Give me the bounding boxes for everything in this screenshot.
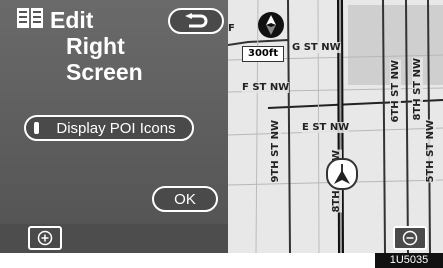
street-label-6th-st: 6TH ST NW bbox=[390, 60, 401, 123]
street-label-partial: F bbox=[228, 23, 235, 34]
zoom-out-icon bbox=[402, 230, 418, 246]
edit-panel: Edit Right Screen Display POI Icons OK bbox=[0, 0, 228, 224]
street-label-5th-st: 5TH ST NW bbox=[425, 120, 436, 183]
navigation-screen: Edit Right Screen Display POI Icons OK 3… bbox=[0, 0, 443, 253]
map-scale-label: 300ft bbox=[247, 48, 278, 59]
street-label-8th-st-upper: 8TH ST NW bbox=[412, 58, 423, 121]
display-poi-icons-button[interactable]: Display POI Icons bbox=[24, 115, 194, 141]
split-screen-icon bbox=[17, 8, 43, 28]
compass[interactable] bbox=[258, 12, 284, 38]
display-poi-icons-label: Display POI Icons bbox=[56, 119, 176, 137]
zoom-in-button[interactable] bbox=[28, 226, 62, 250]
vehicle-position bbox=[326, 158, 358, 190]
poi-indicator-icon bbox=[34, 122, 39, 134]
north-up-compass-icon bbox=[266, 15, 276, 35]
street-label-9th-st: 9TH ST NW bbox=[270, 120, 281, 183]
ok-button[interactable]: OK bbox=[152, 186, 218, 212]
ok-label: OK bbox=[174, 190, 196, 208]
title-line-3: Screen bbox=[66, 59, 143, 85]
zoom-in-icon bbox=[37, 230, 53, 246]
image-code: 1U5035 bbox=[375, 253, 443, 268]
street-label-g-st: G ST NW bbox=[292, 42, 341, 53]
u-turn-back-icon bbox=[185, 13, 208, 28]
map-scale: 300ft bbox=[242, 46, 284, 62]
street-label-e-st: E ST NW bbox=[302, 122, 350, 133]
vehicle-position-icon bbox=[334, 164, 350, 184]
title-line-2: Right bbox=[66, 33, 125, 59]
zoom-out-button[interactable] bbox=[393, 226, 427, 250]
bottom-bar bbox=[0, 224, 228, 253]
street-label-f-st: F ST NW bbox=[242, 82, 290, 93]
map-view[interactable]: 300ft F G ST NW F ST NW E ST NW 9TH ST N… bbox=[228, 0, 443, 253]
back-button[interactable] bbox=[168, 8, 224, 34]
title-line-1: Edit bbox=[50, 7, 94, 33]
